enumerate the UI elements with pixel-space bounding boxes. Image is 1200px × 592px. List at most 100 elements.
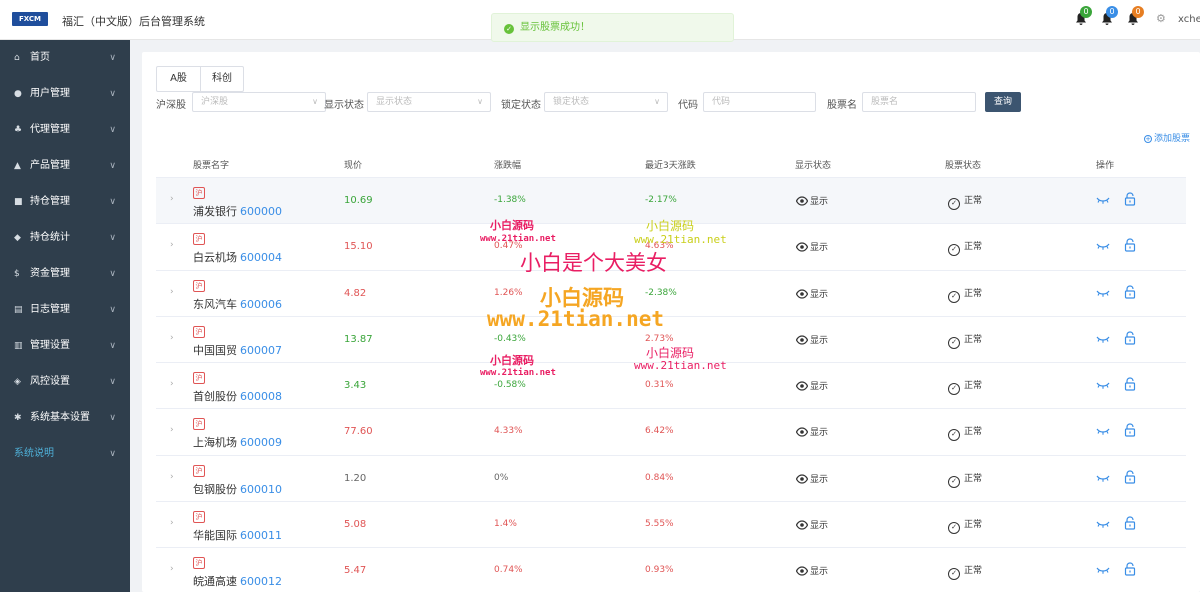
stock-name: 首创股份 bbox=[193, 390, 237, 404]
tab-star-market[interactable]: 科创 bbox=[200, 67, 243, 91]
hide-stock-button[interactable] bbox=[1096, 518, 1110, 528]
sidebar-item-home[interactable]: ⌂ 首页 ∨ bbox=[0, 40, 130, 76]
eye-icon bbox=[795, 474, 809, 484]
table-row[interactable]: › 沪上海机场 600009 77.60 4.33% 6.42% 显示 ✓ 正常 bbox=[156, 409, 1186, 456]
lock-stock-button[interactable] bbox=[1124, 377, 1136, 391]
expand-row-icon[interactable]: › bbox=[170, 194, 174, 204]
exchange-tag: 沪 bbox=[193, 233, 205, 246]
lock-stock-button[interactable] bbox=[1124, 562, 1136, 576]
expand-row-icon[interactable]: › bbox=[170, 472, 174, 482]
hide-stock-button[interactable] bbox=[1096, 564, 1110, 575]
table-row[interactable]: › 沪皖通高速 600012 5.47 0.74% 0.93% 显示 ✓ 正常 bbox=[156, 548, 1186, 592]
sidebar-item-holdings[interactable]: ■ 持仓管理 ∨ bbox=[0, 184, 130, 220]
notification-bell-1[interactable]: 0 bbox=[1074, 6, 1092, 30]
sidebar-item-funds[interactable]: $ 资金管理 ∨ bbox=[0, 256, 130, 292]
lock-stock-button[interactable] bbox=[1124, 331, 1136, 345]
hide-stock-button[interactable] bbox=[1096, 425, 1110, 436]
stock-code[interactable]: 600000 bbox=[240, 205, 282, 218]
sidebar-item-risk-settings[interactable]: ◈ 风控设置 ∨ bbox=[0, 364, 130, 400]
notification-bell-2[interactable]: 0 bbox=[1100, 6, 1118, 30]
sidebar-item-logs[interactable]: ▤ 日志管理 ∨ bbox=[0, 292, 130, 328]
change3-cell: 0.84% bbox=[645, 472, 674, 483]
hide-stock-button[interactable] bbox=[1096, 379, 1110, 389]
lock-stock-button[interactable] bbox=[1124, 192, 1136, 206]
code-input-placeholder: 代码 bbox=[712, 97, 731, 107]
chevron-down-icon: ∨ bbox=[109, 305, 116, 315]
price-cell: 77.60 bbox=[344, 426, 373, 438]
code-input[interactable]: 代码 bbox=[703, 92, 816, 112]
home-icon: ⌂ bbox=[14, 53, 20, 63]
username[interactable]: xcher bbox=[1178, 14, 1200, 25]
expand-row-icon[interactable]: › bbox=[170, 240, 174, 250]
user-icon: ● bbox=[14, 89, 22, 99]
change3-cell: 0.31% bbox=[645, 380, 674, 391]
stock-code[interactable]: 600008 bbox=[240, 390, 282, 403]
settings-gear-icon[interactable]: ⚙ bbox=[1156, 13, 1168, 25]
exchange-tag: 沪 bbox=[193, 557, 205, 570]
display-status-text: 显示 bbox=[810, 428, 829, 439]
exchange-tag: 沪 bbox=[193, 325, 205, 338]
admin-icon: ▥ bbox=[14, 341, 23, 351]
hide-stock-button[interactable] bbox=[1096, 194, 1110, 204]
expand-row-icon[interactable]: › bbox=[170, 518, 174, 528]
add-stock-link[interactable]: + 添加股票 bbox=[1144, 131, 1190, 144]
sidebar-item-products[interactable]: ▲ 产品管理 ∨ bbox=[0, 148, 130, 184]
stock-code[interactable]: 600007 bbox=[240, 344, 282, 357]
display-filter-label: 显示状态 bbox=[324, 100, 364, 111]
sidebar-item-system-docs[interactable]: 系统说明 ∨ bbox=[0, 436, 130, 472]
tab-a-share[interactable]: A股 bbox=[157, 67, 200, 91]
stock-name: 白云机场 bbox=[193, 251, 237, 265]
stock-name-cell: 华能国际 600011 bbox=[193, 527, 282, 543]
change3-cell: 0.93% bbox=[645, 565, 674, 576]
eye-closed-icon bbox=[1096, 382, 1110, 389]
expand-row-icon[interactable]: › bbox=[170, 287, 174, 297]
exchange-tag: 沪 bbox=[193, 464, 205, 477]
table-row[interactable]: › 沪包钢股份 600010 1.20 0% 0.84% 显示 ✓ 正常 bbox=[156, 456, 1186, 503]
stock-status-cell: ✓ 正常 bbox=[948, 193, 982, 210]
expand-row-icon[interactable]: › bbox=[170, 379, 174, 389]
stock-name-input[interactable]: 股票名 bbox=[862, 92, 976, 112]
lock-stock-button[interactable] bbox=[1124, 516, 1136, 530]
hide-stock-button[interactable] bbox=[1096, 333, 1110, 343]
table-row[interactable]: › 沪华能国际 600011 5.08 1.4% 5.55% 显示 ✓ 正常 bbox=[156, 502, 1186, 549]
table-row[interactable]: › 沪东风汽车 600006 4.82 1.26% -2.38% 显示 ✓ 正常 bbox=[156, 271, 1186, 317]
stock-code[interactable]: 600012 bbox=[240, 575, 282, 588]
lock-stock-button[interactable] bbox=[1124, 470, 1136, 484]
lock-stock-button[interactable] bbox=[1124, 423, 1136, 438]
sidebar-item-users[interactable]: ● 用户管理 ∨ bbox=[0, 76, 130, 112]
check-circle-icon: ✓ bbox=[948, 475, 960, 488]
hide-stock-button[interactable] bbox=[1096, 240, 1110, 251]
table-header: 股票名字 现价 涨跌幅 最近3天涨跌 显示状态 股票状态 操作 bbox=[156, 152, 1186, 178]
eye-closed-icon bbox=[1096, 521, 1110, 528]
market-select[interactable]: 沪深股 ∨ bbox=[192, 92, 326, 112]
sidebar-item-admin-settings[interactable]: ▥ 管理设置 ∨ bbox=[0, 328, 130, 364]
stock-code[interactable]: 600011 bbox=[240, 529, 282, 542]
hide-stock-button[interactable] bbox=[1096, 287, 1110, 297]
hide-stock-button[interactable] bbox=[1096, 472, 1110, 482]
stock-code[interactable]: 600006 bbox=[240, 298, 282, 311]
notification-bell-3[interactable]: 0 bbox=[1126, 6, 1144, 30]
lock-stock-button[interactable] bbox=[1124, 238, 1136, 252]
query-button[interactable]: 查询 bbox=[985, 92, 1021, 112]
lock-status-select[interactable]: 锁定状态 ∨ bbox=[544, 92, 668, 112]
eye-icon bbox=[795, 335, 809, 345]
expand-row-icon[interactable]: › bbox=[170, 425, 174, 435]
eye-icon bbox=[795, 381, 809, 391]
expand-row-icon[interactable]: › bbox=[170, 333, 174, 343]
eye-closed-icon bbox=[1096, 567, 1110, 575]
display-status-select[interactable]: 显示状态 ∨ bbox=[367, 92, 491, 112]
stock-name-cell: 皖通高速 600012 bbox=[193, 573, 282, 589]
display-status-text: 显示 bbox=[810, 567, 829, 578]
lock-stock-button[interactable] bbox=[1124, 284, 1136, 299]
stock-code[interactable]: 600009 bbox=[240, 436, 282, 449]
watermark-text: 小白源码 bbox=[490, 354, 534, 367]
sidebar-item-system-settings[interactable]: ✱ 系统基本设置 ∨ bbox=[0, 400, 130, 436]
sidebar-item-agents[interactable]: ♣ 代理管理 ∨ bbox=[0, 112, 130, 148]
sidebar-item-holding-stats[interactable]: ◆ 持仓统计 ∨ bbox=[0, 220, 130, 256]
display-status-text: 显示 bbox=[810, 521, 829, 532]
success-check-icon: ✓ bbox=[504, 24, 514, 34]
stock-code[interactable]: 600004 bbox=[240, 251, 282, 264]
expand-row-icon[interactable]: › bbox=[170, 564, 174, 574]
stock-code[interactable]: 600010 bbox=[240, 483, 282, 496]
lock-icon bbox=[1124, 284, 1136, 299]
